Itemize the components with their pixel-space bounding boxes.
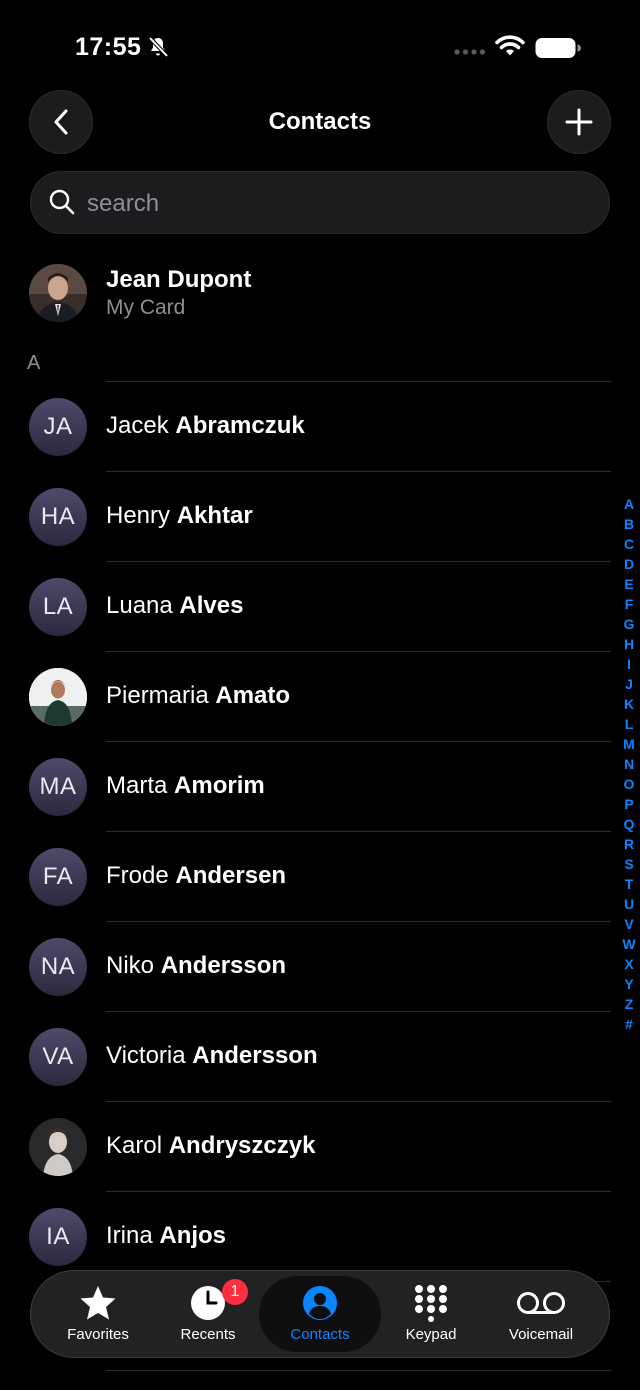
index-letter[interactable]: F: [619, 594, 639, 614]
home-indicator-area: [0, 1360, 640, 1390]
index-letter[interactable]: A: [619, 494, 639, 514]
index-letter[interactable]: W: [619, 934, 639, 954]
contact-list: JA Jacek Abramczuk HA Henry Akhtar LA Lu…: [0, 382, 640, 1282]
search-field[interactable]: search: [30, 171, 610, 234]
index-letter[interactable]: O: [619, 774, 639, 794]
contact-row[interactable]: Karol Andryszczyk: [0, 1102, 640, 1192]
contact-name: Henry Akhtar: [106, 502, 253, 529]
status-bar: 17:55: [0, 0, 640, 90]
index-letter[interactable]: Y: [619, 974, 639, 994]
navigation-bar: Contacts: [0, 88, 640, 158]
index-letter[interactable]: X: [619, 954, 639, 974]
tab-favorites[interactable]: Favorites: [43, 1270, 153, 1358]
star-icon: [80, 1286, 116, 1320]
tab-label: Contacts: [290, 1326, 350, 1343]
tab-label: Recents: [180, 1326, 236, 1343]
contact-row[interactable]: Piermaria Amato: [0, 652, 640, 742]
contact-name: Jacek Abramczuk: [106, 412, 305, 439]
contact-avatar: MA: [29, 758, 87, 816]
contact-name: Karol Andryszczyk: [106, 1132, 316, 1159]
contact-name: Frode Andersen: [106, 862, 287, 889]
my-card[interactable]: Jean Dupont My Card: [0, 262, 640, 326]
my-card-avatar: [29, 264, 87, 322]
tab-keypad[interactable]: Keypad: [376, 1270, 486, 1358]
my-card-subtitle: My Card: [106, 296, 186, 319]
contact-row[interactable]: MA Marta Amorim: [0, 742, 640, 832]
index-letter[interactable]: G: [619, 614, 639, 634]
contact-avatar: VA: [29, 1028, 87, 1086]
index-letter[interactable]: Z: [619, 994, 639, 1014]
index-letter[interactable]: J: [619, 674, 639, 694]
voicemail-icon: [517, 1292, 565, 1314]
tab-label: Voicemail: [508, 1326, 574, 1343]
contact-avatar: HA: [29, 488, 87, 546]
person-circle-icon: [303, 1286, 337, 1320]
contact-avatar: IA: [29, 1208, 87, 1266]
contact-avatar: LA: [29, 578, 87, 636]
notification-badge: 1: [222, 1279, 248, 1305]
contact-name: Victoria Andersson: [106, 1042, 318, 1069]
contact-avatar: NA: [29, 938, 87, 996]
contact-row[interactable]: NA Niko Andersson: [0, 922, 640, 1012]
tab-label: Favorites: [67, 1326, 129, 1343]
contact-row[interactable]: FA Frode Andersen: [0, 832, 640, 922]
tab-recents[interactable]: Recents: [153, 1270, 263, 1358]
contact-photo: [29, 1118, 87, 1176]
section-header: A: [27, 352, 41, 374]
battery-icon: [535, 38, 581, 58]
index-letter[interactable]: V: [619, 914, 639, 934]
bell-slash-icon: [148, 36, 169, 58]
contact-row[interactable]: JA Jacek Abramczuk: [0, 382, 640, 472]
index-letter[interactable]: K: [619, 694, 639, 714]
search-input[interactable]: search: [87, 190, 159, 218]
plus-icon: [565, 108, 593, 136]
contact-name: Luana Alves: [106, 592, 244, 619]
status-time: 17:55: [75, 33, 142, 61]
contact-row[interactable]: HA Henry Akhtar: [0, 472, 640, 562]
alphabet-index[interactable]: A B C D E F G H I J K L M N O P Q R S T …: [619, 494, 639, 1034]
wifi-icon: [495, 35, 525, 56]
index-letter[interactable]: D: [619, 554, 639, 574]
cellular-signal-icon: [454, 49, 486, 55]
index-letter[interactable]: P: [619, 794, 639, 814]
index-letter[interactable]: T: [619, 874, 639, 894]
index-letter[interactable]: L: [619, 714, 639, 734]
index-letter[interactable]: M: [619, 734, 639, 754]
index-letter[interactable]: E: [619, 574, 639, 594]
index-letter[interactable]: H: [619, 634, 639, 654]
index-letter[interactable]: N: [619, 754, 639, 774]
keypad-icon: [415, 1285, 447, 1322]
tab-label: Keypad: [405, 1326, 457, 1343]
search-icon: [49, 189, 75, 215]
tab-bar: Favorites Recents 1 Contacts Keypad Voic…: [30, 1270, 610, 1358]
index-letter[interactable]: Q: [619, 814, 639, 834]
contact-row[interactable]: IA Irina Anjos: [0, 1192, 640, 1282]
page-title: Contacts: [268, 108, 372, 135]
contact-name: Piermaria Amato: [106, 682, 291, 709]
divider: [106, 1370, 611, 1371]
tab-contacts[interactable]: Contacts: [259, 1276, 381, 1352]
my-card-name: Jean Dupont: [106, 266, 252, 293]
contact-name: Irina Anjos: [106, 1222, 227, 1249]
contact-row[interactable]: VA Victoria Andersson: [0, 1012, 640, 1102]
contact-row[interactable]: LA Luana Alves: [0, 562, 640, 652]
index-letter[interactable]: I: [619, 654, 639, 674]
index-letter[interactable]: S: [619, 854, 639, 874]
tab-voicemail[interactable]: Voicemail: [486, 1270, 596, 1358]
add-contact-button[interactable]: [547, 90, 611, 154]
index-letter[interactable]: B: [619, 514, 639, 534]
contact-name: Niko Andersson: [106, 952, 287, 979]
contact-name: Marta Amorim: [106, 772, 265, 799]
index-letter[interactable]: C: [619, 534, 639, 554]
contact-avatar: FA: [29, 848, 87, 906]
contact-photo: [29, 668, 87, 726]
index-letter[interactable]: R: [619, 834, 639, 854]
contact-avatar: JA: [29, 398, 87, 456]
index-letter[interactable]: #: [619, 1014, 639, 1034]
index-letter[interactable]: U: [619, 894, 639, 914]
